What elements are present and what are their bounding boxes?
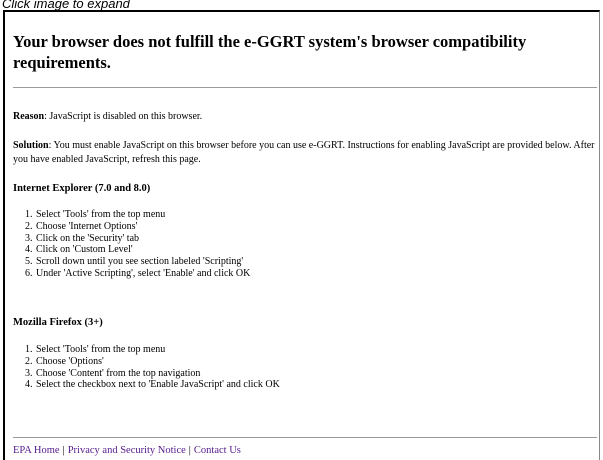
solution-paragraph: Solution: You must enable JavaScript on … [13, 139, 597, 167]
list-item: Select the checkbox next to 'Enable Java… [35, 379, 280, 391]
firefox-steps-list: Select 'Tools' from the top menu Choose … [13, 344, 280, 391]
list-item: Select 'Tools' from the top menu [35, 209, 250, 221]
reason-text: : JavaScript is disabled on this browser… [44, 111, 203, 122]
privacy-notice-link[interactable]: Privacy and Security Notice [68, 445, 186, 456]
list-item: Select 'Tools' from the top menu [35, 344, 280, 356]
list-item: Click on 'Custom Level' [35, 244, 250, 256]
reason-label: Reason [13, 111, 45, 122]
firefox-heading: Mozilla Firefox (3+) [13, 317, 103, 328]
list-item: Choose 'Options' [35, 356, 280, 368]
reason-paragraph: Reason: JavaScript is disabled on this b… [13, 110, 597, 124]
epa-home-link[interactable]: EPA Home [13, 445, 60, 456]
list-item: Scroll down until you see section labele… [35, 256, 250, 268]
footer-separator: | [188, 445, 191, 456]
list-item: Choose 'Internet Options' [35, 221, 250, 233]
contact-us-link[interactable]: Contact Us [194, 445, 241, 456]
footer-separator: | [62, 445, 65, 456]
footer-divider [13, 437, 597, 438]
page-title: Your browser does not fulfill the e-GGRT… [13, 32, 527, 72]
solution-text: : You must enable JavaScript on this bro… [13, 140, 595, 165]
list-item: Choose 'Content' from the top navigation [35, 368, 280, 380]
list-item: Click on the 'Security' tab [35, 233, 250, 245]
ie-heading: Internet Explorer (7.0 and 8.0) [13, 183, 151, 194]
ie-steps-list: Select 'Tools' from the top menu Choose … [13, 209, 250, 280]
solution-label: Solution [13, 140, 49, 151]
footer-links: EPA Home | Privacy and Security Notice | Con… [13, 444, 241, 457]
list-item: Under 'Active Scripting', select 'Enable… [35, 268, 250, 280]
title-divider [13, 87, 597, 88]
